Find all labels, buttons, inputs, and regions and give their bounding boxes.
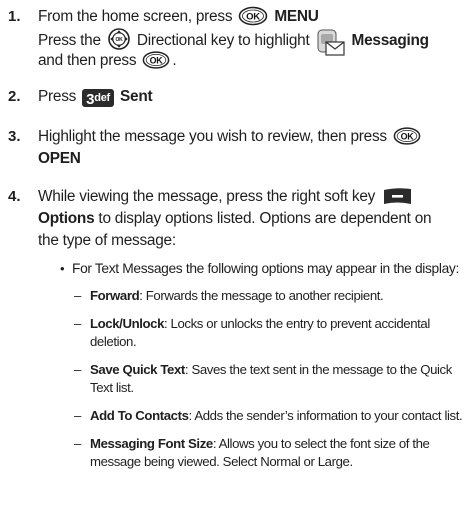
step-text: to display options listed. Options are d… [98, 210, 432, 227]
manual-page: 1. From the home screen, press OK MENU P… [0, 0, 473, 526]
svg-text:OK: OK [400, 131, 414, 141]
open-label: OPEN [38, 150, 81, 167]
svg-text:OK: OK [115, 37, 123, 43]
step-text: and then press [38, 52, 137, 69]
step-text: the type of message: [38, 232, 176, 249]
option-lock-unlock: – Lock/Unlock: Locks or unlocks the entr… [74, 315, 469, 355]
options-label: Options [38, 210, 95, 227]
option-term: Messaging Font Size [90, 436, 213, 451]
option-save-quick-text: – Save Quick Text: Saves the text sent i… [74, 361, 469, 401]
messaging-label: Messaging [351, 32, 430, 49]
step-line: Press the OK Directional key to highligh… [38, 28, 467, 56]
step-number: 1. [8, 8, 21, 25]
step-line: Options to display options listed. Optio… [38, 208, 467, 230]
step-body: While viewing the message, press the rig… [38, 186, 467, 252]
step-number: 3. [8, 128, 21, 145]
step-line: While viewing the message, press the rig… [38, 186, 467, 208]
ok-key-icon: OK [142, 50, 170, 77]
dash: – [74, 408, 81, 423]
key-letters: def [94, 92, 110, 104]
option-desc-cont: Text list. [90, 380, 134, 395]
step-text: Press the [38, 32, 101, 49]
svg-text:OK: OK [246, 12, 260, 23]
key-3def-icon: 3def [82, 89, 114, 108]
step-text: While viewing the message, press the rig… [38, 188, 376, 205]
dash: – [74, 436, 81, 451]
svg-text:OK: OK [150, 55, 164, 65]
step-text: Highlight the message you wish to review… [38, 128, 387, 145]
option-add-to-contacts: – Add To Contacts: Adds the sender’s inf… [74, 407, 469, 427]
bullet-text: For Text Messages the following options … [72, 261, 459, 276]
option-term: Lock/Unlock [90, 316, 165, 331]
option-messaging-font-size: – Messaging Font Size: Allows you to sel… [74, 435, 469, 475]
step-line: and then press OK . [38, 50, 467, 72]
option-desc: : Locks or unlocks the entry to prevent … [164, 316, 430, 331]
option-forward: – Forward: Forwards the message to anoth… [74, 287, 469, 307]
option-desc-cont: deletion. [90, 334, 137, 349]
step-text: . [172, 52, 177, 69]
option-term: Save Quick Text [90, 362, 185, 377]
step-number: 4. [8, 188, 21, 205]
option-desc: : Saves the text sent in the message to … [184, 362, 452, 377]
menu-label: MENU [274, 8, 319, 25]
step-body: Highlight the message you wish to review… [38, 126, 467, 170]
messaging-envelope-icon [316, 28, 346, 58]
option-desc: : Adds the sender’s information to your … [188, 408, 463, 423]
step-body: From the home screen, press OK MENU Pres… [38, 6, 467, 72]
text-messages-options: • For Text Messages the following option… [60, 259, 469, 519]
step-text: Directional key to highlight [136, 32, 310, 49]
key-digit: 3 [86, 91, 95, 108]
dash: – [74, 362, 81, 377]
step-line: Press 3def Sent [38, 86, 467, 108]
option-desc: : Allows you to select the font size of … [212, 436, 430, 451]
step-number: 2. [8, 88, 21, 105]
step-text: From the home screen, press [38, 8, 233, 25]
step-line: From the home screen, press OK MENU [38, 6, 467, 28]
option-term: Forward [90, 288, 140, 303]
step-text: Press [38, 88, 77, 105]
dash: – [74, 288, 81, 303]
sent-label: Sent [120, 88, 153, 105]
step-line: Highlight the message you wish to review… [38, 126, 467, 148]
ok-key-icon: OK [393, 126, 421, 153]
step-line: the type of message: [38, 230, 467, 252]
step-body: Press 3def Sent [38, 86, 467, 108]
option-desc-cont: message being viewed. Select Normal or L… [90, 454, 353, 469]
option-desc: : Forwards the message to another recipi… [139, 288, 384, 303]
option-term: Add To Contacts [90, 408, 189, 423]
dash: – [74, 316, 81, 331]
bullet-dot: • [60, 261, 65, 276]
